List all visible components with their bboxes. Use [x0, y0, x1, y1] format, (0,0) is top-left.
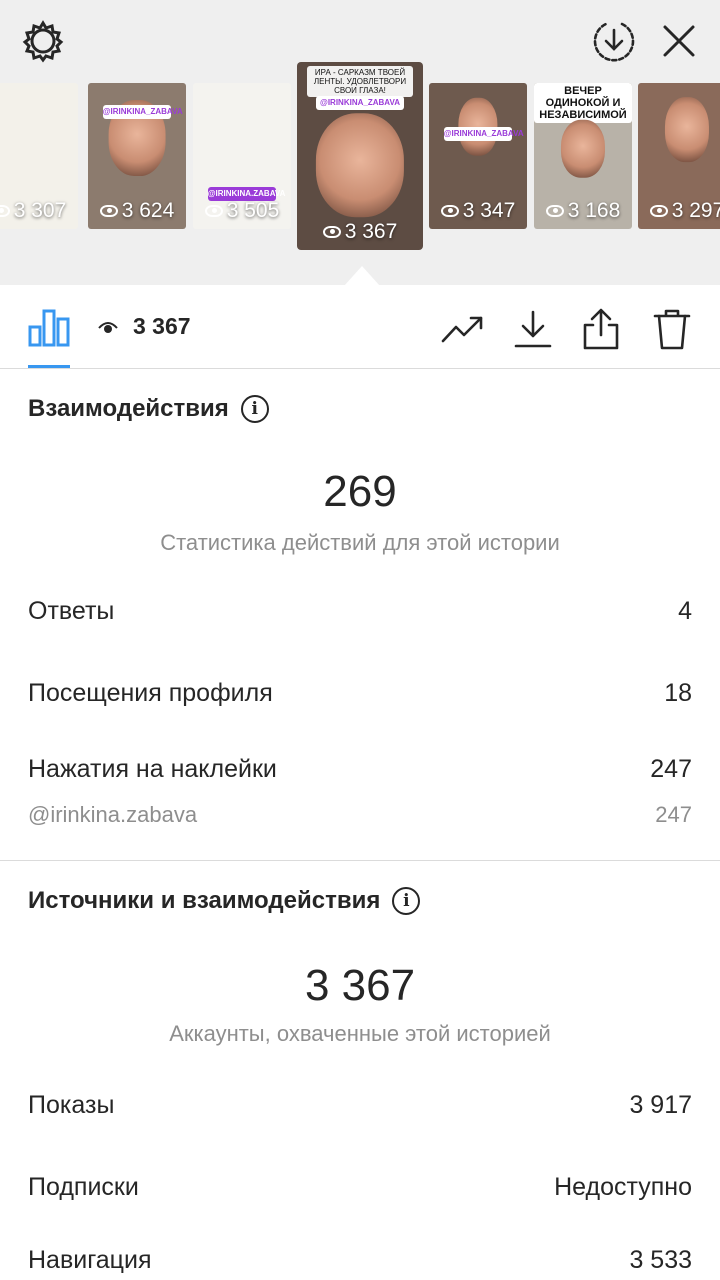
- story-image: [664, 96, 710, 163]
- stat-row-navigation: Навигация 3 533: [28, 1246, 692, 1275]
- stat-value: 18: [664, 679, 692, 707]
- selection-pointer: [344, 266, 380, 286]
- sources-subtitle: Аккаунты, охваченные этой историей: [169, 1021, 551, 1046]
- eye-icon: [98, 320, 118, 336]
- info-icon[interactable]: i: [392, 887, 421, 915]
- sticker-value: 247: [655, 802, 692, 827]
- interactions-heading: Взаимодействия i: [28, 395, 269, 423]
- bar-chart-icon[interactable]: [28, 307, 70, 347]
- section-divider: [0, 860, 720, 861]
- stat-label: Показы: [28, 1091, 115, 1119]
- story-tag: @IRINKINA_ZABAVA: [102, 105, 183, 119]
- eye-icon: [440, 205, 459, 217]
- stat-value: 3 533: [629, 1246, 692, 1274]
- eye-icon: [545, 205, 564, 217]
- eye-icon: [99, 205, 118, 217]
- interactions-title: Взаимодействия: [28, 395, 229, 422]
- story-views: 3 307: [0, 199, 78, 223]
- stat-value: Недоступно: [554, 1173, 692, 1201]
- story-thumbnail[interactable]: 3 297: [638, 83, 720, 229]
- story-views: 3 624: [88, 199, 186, 223]
- trend-icon[interactable]: [441, 307, 485, 351]
- share-icon[interactable]: [579, 307, 623, 351]
- stat-row-follows: Подписки Недоступно: [28, 1173, 692, 1202]
- story-views: 3 347: [429, 199, 527, 223]
- story-tag: @IRINKINA_ZABAVA: [443, 127, 524, 141]
- info-icon[interactable]: i: [240, 395, 269, 423]
- story-thumbnail[interactable]: ВЕЧЕР ОДИНОКОЙ И НЕЗАВИСИМОЙ 3 168: [534, 83, 632, 229]
- story-tag: @IRINKINA_ZABAVA: [315, 96, 405, 110]
- sources-title: Источники и взаимодействия: [28, 887, 381, 914]
- stat-label: Ответы: [28, 597, 115, 625]
- stat-row-sticker-mention: @irinkina.zabava 247: [28, 802, 692, 828]
- stat-label: Навигация: [28, 1246, 152, 1274]
- story-view-count: 3 367: [133, 313, 191, 339]
- story-thumbnail-selected[interactable]: ИРА - САРКАЗМ ТВОЕЙ ЛЕНТЫ. УДОВЛЕТВОРИ С…: [297, 62, 423, 250]
- interactions-total: 269: [323, 467, 397, 516]
- story-caption: ИРА - САРКАЗМ ТВОЕЙ ЛЕНТЫ. УДОВЛЕТВОРИ С…: [307, 66, 413, 97]
- stat-value: 3 917: [629, 1091, 692, 1119]
- stat-row-replies: Ответы 4: [28, 597, 692, 626]
- sticker-label: @irinkina.zabava: [28, 802, 198, 827]
- download-icon[interactable]: [511, 307, 555, 351]
- story-image: [560, 119, 606, 178]
- story-caption: ВЕЧЕР ОДИНОКОЙ И НЕЗАВИСИМОЙ: [534, 83, 632, 123]
- interactions-subtitle: Статистика действий для этой истории: [160, 530, 560, 555]
- story-views: 3 505: [193, 199, 291, 223]
- story-thumbnail[interactable]: @IRINKINA.ZABAVA 3 505: [193, 83, 291, 229]
- eye-icon: [649, 205, 668, 217]
- eye-icon: [322, 226, 341, 238]
- stat-row-impressions: Показы 3 917: [28, 1091, 692, 1120]
- stat-value: 247: [650, 755, 692, 783]
- eye-icon: [204, 205, 223, 217]
- sources-total: 3 367: [304, 961, 416, 1010]
- eye-icon: [0, 205, 10, 217]
- trash-icon[interactable]: [650, 307, 694, 351]
- story-thumbnail[interactable]: @IRINKINA_ZABAVA 3 624: [88, 83, 186, 229]
- sources-heading: Источники и взаимодействия i: [28, 887, 421, 915]
- stat-label: Нажатия на наклейки: [28, 755, 277, 783]
- active-tab-indicator: [28, 365, 70, 368]
- story-thumbnail[interactable]: @IRINKINA_ZABAVA 3 347: [429, 83, 527, 229]
- stat-label: Посещения профиля: [28, 679, 273, 707]
- story-action-bar: 3 367: [0, 285, 720, 369]
- story-image: [315, 113, 405, 218]
- story-views: 3 297: [638, 199, 720, 223]
- stat-row-sticker-taps: Нажатия на наклейки 247: [28, 755, 692, 784]
- story-thumbnail[interactable]: 3 307: [0, 83, 78, 229]
- stat-label: Подписки: [28, 1173, 139, 1201]
- story-views: 3 367: [297, 220, 423, 244]
- story-thumbnails: 3 307 @IRINKINA_ZABAVA 3 624 @IRINKINA.Z…: [0, 0, 720, 285]
- story-views: 3 168: [534, 199, 632, 223]
- stat-value: 4: [678, 597, 692, 625]
- stat-row-profile-visits: Посещения профиля 18: [28, 679, 692, 708]
